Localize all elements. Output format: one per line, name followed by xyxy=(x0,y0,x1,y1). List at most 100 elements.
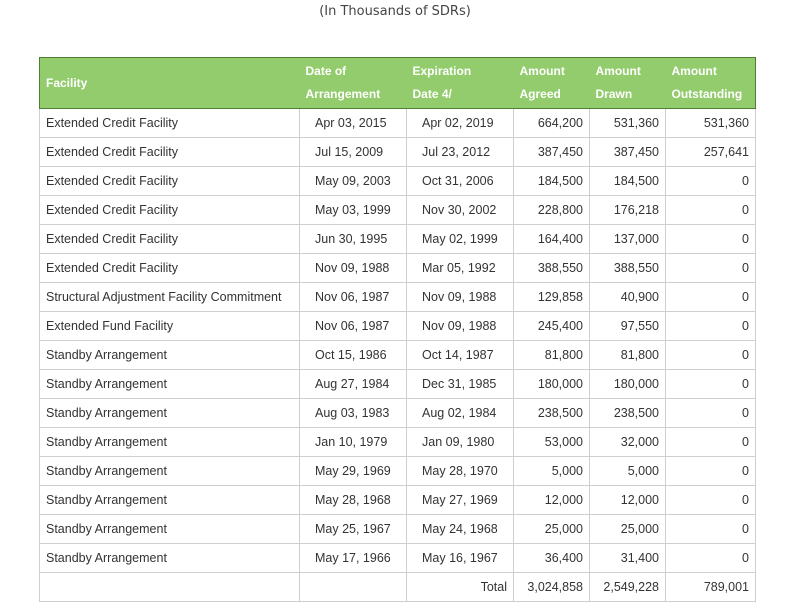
table-row: Standby Arrangement Aug 27, 1984 Dec 31, 1… xyxy=(39,369,756,399)
header-date-of-arrangement: Date of Arrangement xyxy=(299,57,407,109)
cell-amount-drawn: 5,000 xyxy=(589,456,666,486)
table-row: Standby Arrangement May 29, 1969 May 28, 1… xyxy=(39,456,756,486)
cell-facility: Standby Arrangement xyxy=(39,514,300,544)
cell-amount-outstanding: 0 xyxy=(665,456,756,486)
header-amount-agreed: Amount Agreed xyxy=(513,57,590,109)
cell-amount-drawn: 238,500 xyxy=(589,398,666,428)
cell-facility: Extended Credit Facility xyxy=(39,137,300,167)
cell-amount-agreed: 388,550 xyxy=(513,253,590,283)
cell-amount-drawn: 388,550 xyxy=(589,253,666,283)
cell-facility: Extended Credit Facility xyxy=(39,108,300,138)
cell-expiration-date: Oct 14, 1987 xyxy=(406,340,514,370)
cell-amount-drawn: 180,000 xyxy=(589,369,666,399)
cell-amount-drawn: 25,000 xyxy=(589,514,666,544)
cell-amount-drawn: 31,400 xyxy=(589,543,666,573)
cell-facility: Standby Arrangement xyxy=(39,427,300,457)
cell-facility: Standby Arrangement xyxy=(39,456,300,486)
cell-amount-outstanding: 531,360 xyxy=(665,108,756,138)
header-amount-outstanding: Amount Outstanding xyxy=(665,57,756,109)
cell-amount-outstanding: 0 xyxy=(665,253,756,283)
cell-amount-drawn: 40,900 xyxy=(589,282,666,312)
table-row: Standby Arrangement Aug 03, 1983 Aug 02, 1… xyxy=(39,398,756,428)
cell-expiration-date: May 02, 1999 xyxy=(406,224,514,254)
total-row: Total 3,024,858 2,549,228 789,001 xyxy=(39,572,756,602)
total-amount-agreed: 3,024,858 xyxy=(513,572,590,602)
cell-amount-outstanding: 0 xyxy=(665,514,756,544)
cell-amount-outstanding: 0 xyxy=(665,398,756,428)
cell-date-of-arrangement: May 29, 1969 xyxy=(299,456,407,486)
cell-amount-drawn: 137,000 xyxy=(589,224,666,254)
cell-amount-drawn: 81,800 xyxy=(589,340,666,370)
table-row: Extended Credit Facility May 09, 2003 Oct … xyxy=(39,166,756,196)
cell-date-of-arrangement: Jul 15, 2009 xyxy=(299,137,407,167)
cell-amount-drawn: 531,360 xyxy=(589,108,666,138)
cell-amount-agreed: 664,200 xyxy=(513,108,590,138)
total-label: Total xyxy=(406,572,514,602)
cell-amount-agreed: 53,000 xyxy=(513,427,590,457)
cell-facility: Extended Credit Facility xyxy=(39,253,300,283)
cell-amount-outstanding: 0 xyxy=(665,543,756,573)
cell-date-of-arrangement: Nov 06, 1987 xyxy=(299,311,407,341)
cell-amount-drawn: 97,550 xyxy=(589,311,666,341)
cell-amount-outstanding: 0 xyxy=(665,195,756,225)
cell-facility: Standby Arrangement xyxy=(39,398,300,428)
table-row: Extended Credit Facility Jun 30, 1995 May … xyxy=(39,224,756,254)
cell-expiration-date: Aug 02, 1984 xyxy=(406,398,514,428)
cell-facility: Extended Credit Facility xyxy=(39,195,300,225)
table-row: Standby Arrangement Jan 10, 1979 Jan 09, 1… xyxy=(39,427,756,457)
table-row: Extended Credit Facility Nov 09, 1988 Mar … xyxy=(39,253,756,283)
cell-amount-outstanding: 0 xyxy=(665,369,756,399)
cell-amount-drawn: 32,000 xyxy=(589,427,666,457)
cell-date-of-arrangement: May 03, 1999 xyxy=(299,195,407,225)
table-row: Extended Credit Facility May 03, 1999 Nov … xyxy=(39,195,756,225)
table-row: Standby Arrangement May 28, 1968 May 27, 1… xyxy=(39,485,756,515)
header-expiration-date: Expiration Date 4/ xyxy=(406,57,514,109)
cell-date-of-arrangement: Jan 10, 1979 xyxy=(299,427,407,457)
cell-amount-outstanding: 0 xyxy=(665,485,756,515)
header-row: Facility Date of Arrangement Expiration … xyxy=(39,57,756,109)
cell-facility: Extended Credit Facility xyxy=(39,224,300,254)
cell-amount-drawn: 184,500 xyxy=(589,166,666,196)
cell-facility: Standby Arrangement xyxy=(39,485,300,515)
cell-expiration-date: Mar 05, 1992 xyxy=(406,253,514,283)
cell-date-of-arrangement: Nov 06, 1987 xyxy=(299,282,407,312)
cell-amount-agreed: 25,000 xyxy=(513,514,590,544)
cell-date-of-arrangement: May 17, 1966 xyxy=(299,543,407,573)
cell-amount-agreed: 164,400 xyxy=(513,224,590,254)
facilities-table: Facility Date of Arrangement Expiration … xyxy=(39,57,756,602)
cell-amount-outstanding: 0 xyxy=(665,311,756,341)
cell-amount-agreed: 245,400 xyxy=(513,311,590,341)
table-subtitle: (In Thousands of SDRs) xyxy=(319,4,471,19)
cell-amount-outstanding: 0 xyxy=(665,427,756,457)
cell-amount-agreed: 184,500 xyxy=(513,166,590,196)
table-body: Extended Credit Facility Apr 03, 2015 Apr … xyxy=(39,108,756,602)
total-blank-cell xyxy=(299,572,407,602)
table-row: Standby Arrangement Oct 15, 1986 Oct 14, 1… xyxy=(39,340,756,370)
table-row: Extended Credit Facility Jul 15, 2009 Jul … xyxy=(39,137,756,167)
cell-amount-agreed: 228,800 xyxy=(513,195,590,225)
cell-expiration-date: Nov 09, 1988 xyxy=(406,282,514,312)
cell-amount-drawn: 12,000 xyxy=(589,485,666,515)
cell-expiration-date: Dec 31, 1985 xyxy=(406,369,514,399)
cell-amount-outstanding: 0 xyxy=(665,224,756,254)
cell-date-of-arrangement: Apr 03, 2015 xyxy=(299,108,407,138)
cell-amount-agreed: 238,500 xyxy=(513,398,590,428)
cell-date-of-arrangement: Oct 15, 1986 xyxy=(299,340,407,370)
cell-amount-agreed: 180,000 xyxy=(513,369,590,399)
cell-expiration-date: May 16, 1967 xyxy=(406,543,514,573)
cell-facility: Extended Credit Facility xyxy=(39,166,300,196)
cell-date-of-arrangement: Nov 09, 1988 xyxy=(299,253,407,283)
table-row: Extended Fund Facility Nov 06, 1987 Nov 09… xyxy=(39,311,756,341)
header-facility: Facility xyxy=(39,57,300,109)
cell-facility: Standby Arrangement xyxy=(39,543,300,573)
total-amount-drawn: 2,549,228 xyxy=(589,572,666,602)
cell-date-of-arrangement: May 28, 1968 xyxy=(299,485,407,515)
cell-facility: Standby Arrangement xyxy=(39,369,300,399)
cell-amount-outstanding: 0 xyxy=(665,340,756,370)
total-blank-cell xyxy=(39,572,300,602)
cell-amount-outstanding: 0 xyxy=(665,282,756,312)
cell-amount-agreed: 36,400 xyxy=(513,543,590,573)
cell-facility: Standby Arrangement xyxy=(39,340,300,370)
cell-expiration-date: Jan 09, 1980 xyxy=(406,427,514,457)
cell-expiration-date: Nov 30, 2002 xyxy=(406,195,514,225)
